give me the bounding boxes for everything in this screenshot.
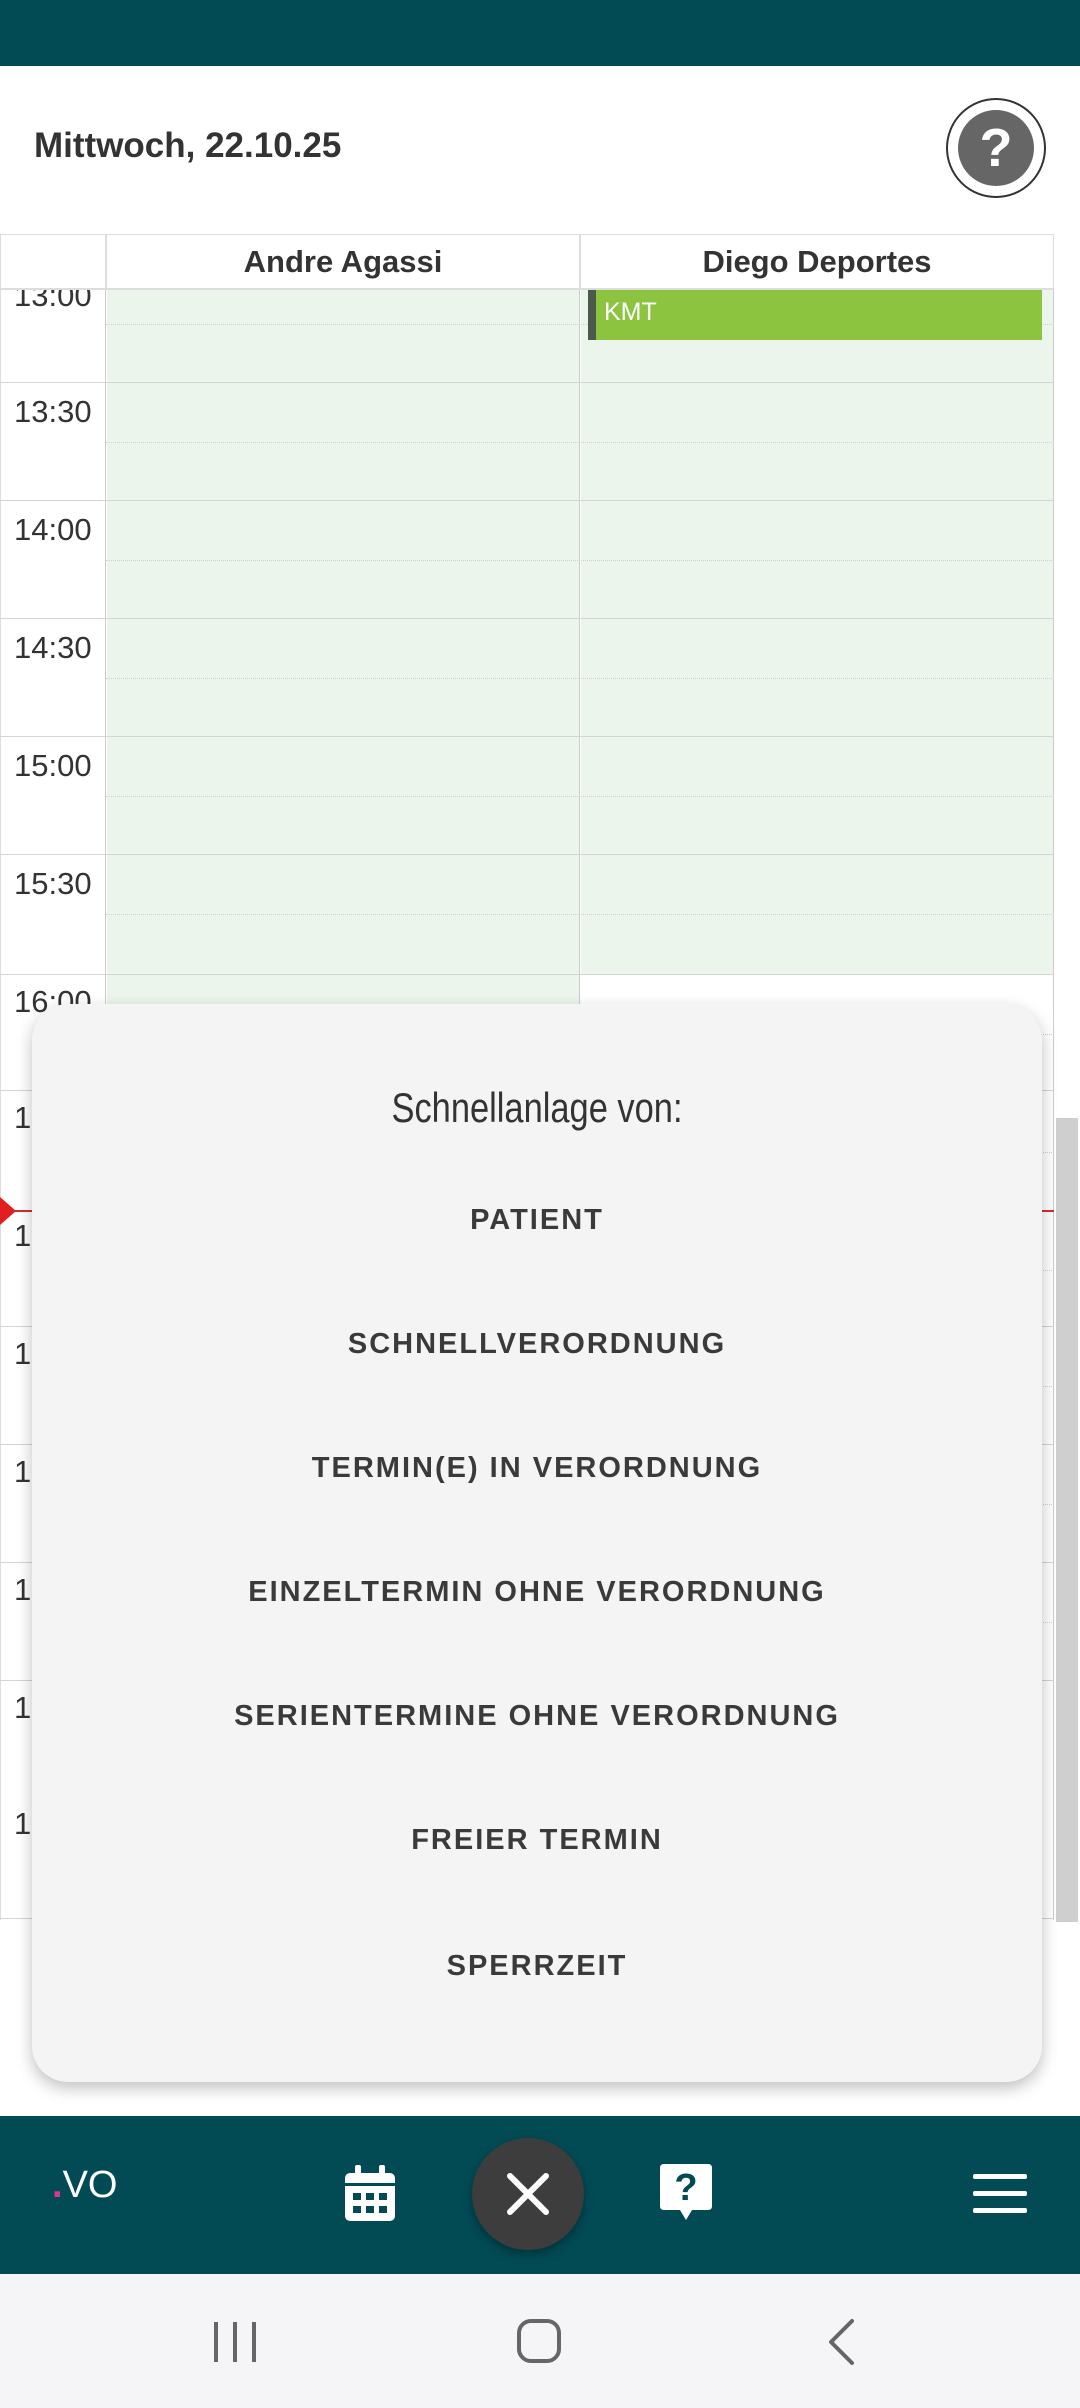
time-label: 1 <box>14 1454 32 1489</box>
svg-text:?: ? <box>674 2167 697 2209</box>
option-patient[interactable]: PATIENT <box>32 1204 1042 1237</box>
time-label: 13:30 <box>14 394 92 429</box>
option-serientermine-ohne-verordnung[interactable]: SERIENTERMINE OHNE VERORDNUNG <box>32 1700 1042 1733</box>
time-label: 1 <box>14 1572 32 1607</box>
time-label: 14:30 <box>14 630 92 665</box>
quick-create-sheet: Schnellanlage von: PATIENT SCHNELLVERORD… <box>32 1004 1042 2082</box>
menu-icon[interactable] <box>972 2172 1028 2216</box>
option-freier-termin[interactable]: FREIER TERMIN <box>32 1824 1042 1857</box>
system-navigation-bar <box>0 2274 1080 2408</box>
time-label: 14:00 <box>14 512 92 547</box>
time-label: 1 <box>14 1690 32 1725</box>
help-button[interactable]: ? <box>946 98 1046 198</box>
time-label: 1 <box>14 1100 32 1135</box>
close-icon <box>507 2173 549 2215</box>
help-bubble-icon[interactable]: ? <box>656 2160 716 2226</box>
time-label: 1 <box>14 1806 32 1841</box>
home-icon[interactable] <box>516 2318 562 2368</box>
appointment-block[interactable]: KMT <box>588 290 1042 340</box>
recent-apps-icon[interactable] <box>212 2320 258 2368</box>
column-header-andre-agassi[interactable]: Andre Agassi <box>106 234 580 290</box>
scrollbar[interactable] <box>1056 1118 1078 1922</box>
page-header: Mittwoch, 22.10.25 ? <box>0 66 1080 234</box>
time-label: 1 <box>14 1336 32 1371</box>
close-button[interactable] <box>472 2138 584 2250</box>
appointment-label: KMT <box>604 298 657 326</box>
current-time-arrow-icon <box>0 1197 16 1225</box>
app-logo[interactable]: .VO <box>52 2164 117 2207</box>
time-label: 15:30 <box>14 866 92 901</box>
question-circle-icon: ? <box>958 110 1034 186</box>
option-einzeltermin-ohne-verordnung[interactable]: EINZELTERMIN OHNE VERORDNUNG <box>32 1576 1042 1609</box>
quick-create-title: Schnellanlage von: <box>391 1084 683 1131</box>
app-top-bar <box>0 0 1080 66</box>
time-column-header <box>0 234 106 290</box>
time-label: 13:00 <box>14 290 92 313</box>
column-header-diego-deportes[interactable]: Diego Deportes <box>580 234 1054 290</box>
option-termine-in-verordnung[interactable]: TERMIN(E) IN VERORDNUNG <box>32 1452 1042 1485</box>
time-label: 15:00 <box>14 748 92 783</box>
time-label: 1 <box>14 1218 32 1253</box>
calendar-icon[interactable] <box>340 2164 400 2224</box>
option-schnellverordnung[interactable]: SCHNELLVERORDNUNG <box>32 1328 1042 1361</box>
page-title-date: Mittwoch, 22.10.25 <box>34 126 342 165</box>
option-sperrzeit[interactable]: SPERRZEIT <box>32 1950 1042 1983</box>
back-icon[interactable] <box>826 2318 856 2370</box>
